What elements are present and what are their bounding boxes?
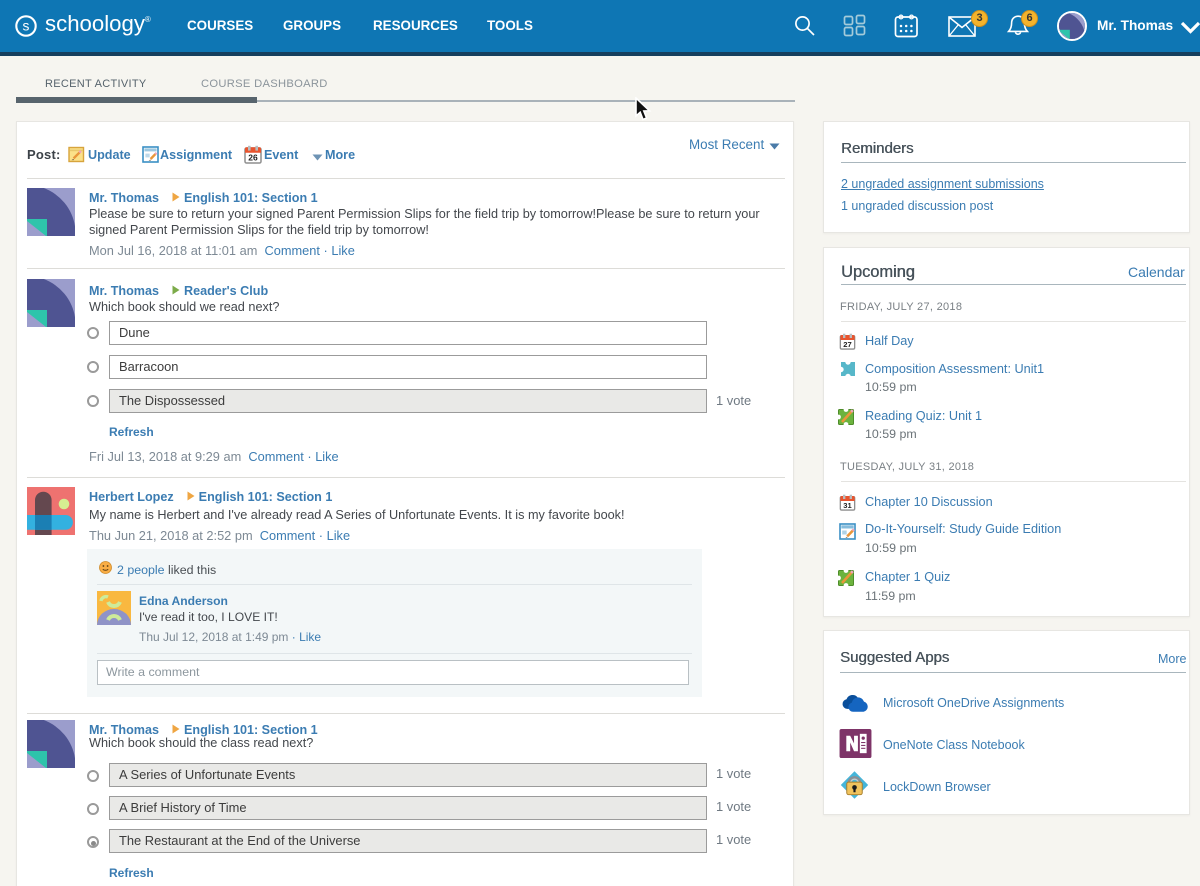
svg-text:26: 26 [248, 153, 258, 163]
svg-text:27: 27 [843, 340, 851, 349]
svg-text:31: 31 [843, 501, 852, 510]
svg-text:s: s [23, 19, 30, 34]
